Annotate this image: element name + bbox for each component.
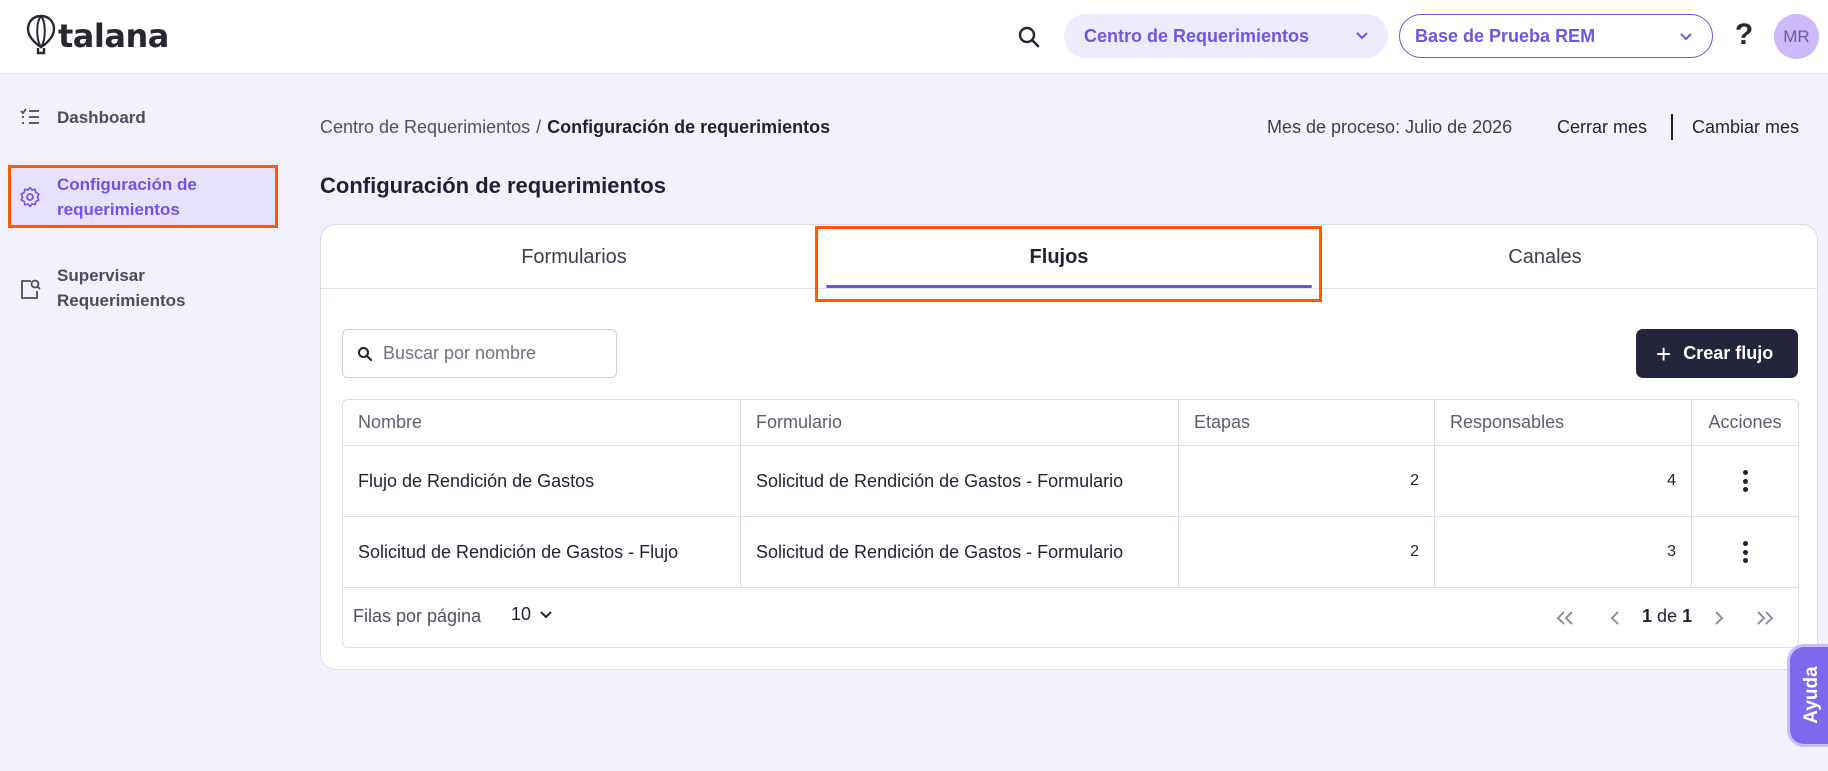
rows-per-page-label: Filas por página — [353, 606, 482, 626]
of-label: de — [1657, 606, 1678, 626]
search-icon — [1018, 26, 1040, 48]
sidebar-item-supervisar[interactable]: Supervisar Requerimientos — [8, 258, 278, 320]
breadcrumb-current: Configuración de requerimientos — [547, 117, 831, 137]
help-button[interactable]: ? — [1728, 18, 1760, 56]
chevron-down-icon — [1356, 32, 1368, 40]
process-month-text: Mes de proceso: Julio de 2026 — [1267, 117, 1513, 137]
flows-table: Nombre Formulario Etapas Responsables Ac… — [342, 399, 1799, 648]
sidebar-item-label-line2: Requerimientos — [57, 291, 186, 310]
module-select[interactable]: Centro de Requerimientos — [1064, 14, 1388, 58]
logo-text: talana — [58, 17, 169, 55]
rows-per-page-value: 10 — [511, 604, 532, 624]
tab-highlight-box — [815, 226, 1322, 302]
create-flow-label: Crear flujo — [1683, 343, 1774, 363]
help-side-tab[interactable]: Ayuda — [1790, 647, 1828, 744]
search-input[interactable] — [383, 330, 608, 377]
balloon-logo-icon — [26, 14, 56, 55]
cell-nombre: Flujo de Rendición de Gastos — [343, 446, 741, 516]
cell-formulario: Solicitud de Rendición de Gastos - Formu… — [741, 517, 1179, 587]
column-header-responsables[interactable]: Responsables — [1435, 400, 1692, 445]
chevron-down-icon — [1680, 33, 1692, 41]
top-header: talana Centro de Requerimientos Base de … — [0, 0, 1828, 74]
previous-page-button[interactable] — [1602, 606, 1628, 630]
breadcrumb-parent-link[interactable]: Centro de Requerimientos — [320, 117, 530, 137]
table-footer: Filas por página 10 1 de 1 — [343, 588, 1798, 647]
first-page-button[interactable] — [1552, 606, 1578, 630]
sidebar-item-label: Supervisar — [57, 266, 145, 285]
column-header-formulario[interactable]: Formulario — [741, 400, 1179, 445]
more-actions-icon[interactable] — [1735, 538, 1755, 566]
search-field[interactable] — [342, 329, 617, 378]
search-icon — [358, 347, 373, 362]
sidebar-item-label: Dashboard — [57, 107, 146, 127]
current-page: 1 — [1642, 606, 1653, 626]
page-indicator: 1 de 1 — [1642, 606, 1692, 627]
module-select-value: Centro de Requerimientos — [1084, 25, 1310, 46]
cell-nombre: Solicitud de Rendición de Gastos - Flujo — [343, 517, 741, 587]
breadcrumb-separator: / — [536, 117, 542, 137]
chevrons-left-icon — [1556, 611, 1573, 625]
sidebar-item-label-line2: requerimientos — [57, 200, 180, 219]
chevron-down-icon — [540, 610, 552, 618]
talana-logo[interactable]: talana — [26, 14, 169, 56]
close-month-link[interactable]: Cerrar mes — [1557, 115, 1647, 139]
tab-formularios[interactable]: Formularios — [331, 225, 817, 289]
document-search-icon — [21, 279, 41, 299]
cell-responsables: 4 — [1435, 446, 1692, 516]
company-select[interactable]: Base de Prueba REM — [1399, 14, 1713, 58]
chevron-left-icon — [1610, 611, 1619, 625]
user-avatar[interactable]: MR — [1774, 14, 1819, 59]
sidebar-item-label: Configuración de — [57, 175, 197, 194]
divider — [1671, 114, 1673, 140]
last-page-button[interactable] — [1752, 606, 1778, 630]
cell-acciones — [1692, 517, 1798, 587]
chevron-right-icon — [1715, 611, 1724, 625]
cell-responsables: 3 — [1435, 517, 1692, 587]
next-page-button[interactable] — [1706, 606, 1732, 630]
more-actions-icon[interactable] — [1735, 467, 1755, 495]
breadcrumb: Centro de Requerimientos / Configuración d… — [320, 115, 830, 139]
create-flow-button[interactable]: + Crear flujo — [1636, 329, 1798, 378]
cell-formulario: Solicitud de Rendición de Gastos - Formu… — [741, 446, 1179, 516]
gear-icon — [20, 186, 40, 207]
sidebar-item-configuracion[interactable]: Configuración de requerimientos — [8, 165, 278, 228]
column-header-etapas[interactable]: Etapas — [1179, 400, 1435, 445]
company-select-value: Base de Prueba REM — [1415, 25, 1596, 46]
global-search-button[interactable] — [1012, 20, 1046, 54]
chevrons-right-icon — [1757, 611, 1774, 625]
table-row[interactable]: Solicitud de Rendición de Gastos - Flujo… — [343, 517, 1798, 588]
rows-per-page-select[interactable]: 10 — [511, 604, 553, 625]
column-header-nombre[interactable]: Nombre — [343, 400, 741, 445]
column-header-acciones: Acciones — [1708, 412, 1782, 432]
cell-etapas: 2 — [1179, 446, 1435, 516]
table-header-row: Nombre Formulario Etapas Responsables Ac… — [343, 400, 1798, 446]
list-check-icon — [20, 108, 39, 124]
content-card: Formularios Flujos Canales + Crear flujo… — [320, 224, 1818, 670]
help-side-tab-label: Ayuda — [1801, 666, 1822, 724]
total-pages: 1 — [1682, 606, 1693, 626]
table-row[interactable]: Flujo de Rendición de Gastos Solicitud d… — [343, 446, 1798, 517]
change-month-link[interactable]: Cambiar mes — [1692, 115, 1799, 139]
page-title: Configuración de requerimientos — [320, 173, 666, 198]
plus-icon: + — [1656, 338, 1672, 369]
sidebar-item-dashboard[interactable]: Dashboard — [8, 100, 278, 134]
cell-acciones — [1692, 446, 1798, 516]
cell-etapas: 2 — [1179, 517, 1435, 587]
tab-canales[interactable]: Canales — [1302, 225, 1788, 289]
